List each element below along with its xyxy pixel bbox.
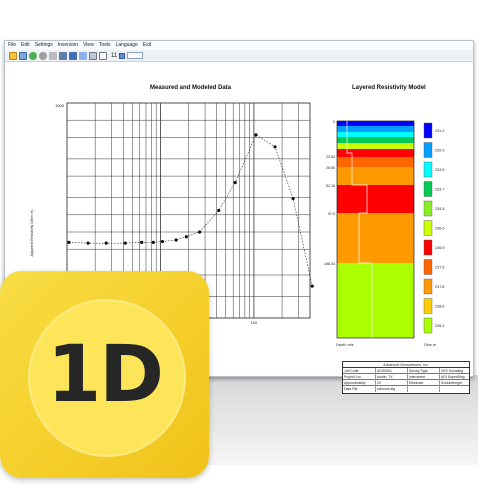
toolbar: 11 (5, 50, 473, 62)
legend-label: 232.9 (435, 149, 445, 153)
data-point (151, 240, 156, 244)
menu-tools[interactable]: Tools (99, 41, 111, 50)
forward-icon[interactable] (59, 51, 67, 60)
info-cell (407, 386, 439, 392)
resistivity-layer (337, 167, 414, 185)
resistivity-layer (337, 213, 414, 263)
menu-edit[interactable]: Edit (21, 41, 30, 50)
info-row: Data File schlumb.stg (343, 386, 469, 392)
legend-label: 236.0 (435, 227, 445, 231)
ohm-axis-label: Ohm.m (424, 343, 436, 347)
data-point (273, 145, 277, 149)
data-point (291, 196, 295, 201)
data-point (86, 241, 90, 245)
color-select[interactable] (127, 52, 144, 59)
depth-axis-label: Depth: m/s (336, 343, 354, 347)
menu-language[interactable]: Language (116, 41, 138, 50)
legend-swatch (423, 181, 433, 197)
info-cell (439, 386, 470, 392)
depth-label: 97.0 (328, 212, 335, 216)
stop-icon[interactable] (39, 51, 47, 60)
data-point (233, 181, 237, 185)
resistivity-layer (337, 132, 414, 137)
x-tick-label: 100 (251, 320, 258, 325)
legend-label: 233.5 (435, 168, 445, 172)
model-curve (68, 134, 313, 287)
legend-label: 237.8 (435, 285, 445, 289)
measured-chart-title: Measured and Modeled Data (150, 85, 232, 91)
resistivity-layer (337, 185, 414, 213)
layer-count: 11 (111, 52, 118, 59)
legend-swatch (423, 317, 433, 334)
legend-swatch (423, 298, 433, 314)
legend-swatch (423, 239, 433, 256)
print-icon[interactable] (89, 51, 97, 60)
legend-swatch (423, 200, 433, 217)
data-point (184, 235, 188, 239)
menu-file[interactable]: File (8, 41, 16, 50)
legend-label: 234.5 (435, 207, 445, 211)
legend-swatch (423, 278, 433, 295)
menu-view[interactable]: View (83, 41, 94, 50)
copy-icon[interactable] (79, 51, 87, 60)
menubar: File Edit Settings Inversion View Tools … (5, 41, 473, 50)
legend-swatch (423, 259, 433, 275)
color-swatch[interactable] (119, 52, 126, 59)
pause-icon[interactable] (49, 51, 57, 60)
data-point (310, 284, 314, 288)
data-point (217, 208, 221, 213)
page-icon[interactable] (99, 51, 107, 60)
disk-icon[interactable] (69, 51, 77, 60)
menu-inversion[interactable]: Inversion (58, 41, 78, 50)
legend-label: 233.7 (435, 188, 445, 192)
depth-label: 166.54 (324, 262, 335, 266)
legend-label: 239.4 (435, 324, 445, 328)
legend-swatch (423, 220, 433, 236)
data-point (160, 239, 165, 244)
run-icon[interactable] (29, 51, 37, 60)
data-point (254, 133, 258, 137)
info-table: Advanced Geosciences, Inc. Job Code ADG0… (342, 361, 470, 394)
info-cell: Data File (344, 387, 358, 391)
info-cell: schlumb.stg (375, 386, 407, 392)
app-icon[interactable]: 1D (0, 271, 209, 478)
resistivity-layer (337, 157, 414, 167)
resistivity-layer (337, 263, 414, 338)
data-point (140, 240, 144, 244)
data-point (174, 238, 178, 242)
depth-label: 52.16 (326, 184, 335, 188)
legend-label: 238.6 (435, 305, 445, 309)
model-chart-title: Layered Resistivity Model (352, 85, 426, 91)
menu-exit[interactable]: Exit (143, 41, 151, 50)
open-icon[interactable] (9, 51, 17, 60)
resistivity-layer (337, 143, 414, 149)
menu-settings[interactable]: Settings (35, 41, 53, 50)
depth-label: 0 (333, 120, 335, 124)
legend-swatch (423, 122, 433, 139)
resistivity-layer (337, 137, 414, 143)
y-tick-label: 1000 (55, 103, 65, 108)
resistivity-layer (337, 121, 414, 126)
depth-label: 23.54 (326, 155, 335, 159)
y-axis-label: Apparent Resistivity (Ohm.m) (30, 210, 34, 257)
save-icon[interactable] (19, 51, 27, 60)
legend-label: 236.9 (435, 246, 445, 250)
legend-swatch (423, 142, 433, 158)
data-point (67, 240, 71, 244)
app-icon-label: 1D (46, 329, 164, 420)
legend-label: 231.2 (435, 129, 445, 133)
data-point (123, 241, 127, 245)
depth-label: 26.65 (326, 166, 335, 170)
legend-label: 237.5 (435, 266, 445, 270)
data-point (198, 230, 202, 234)
data-point (104, 241, 108, 245)
resistivity-layer (337, 126, 414, 132)
legend-swatch (423, 161, 433, 178)
